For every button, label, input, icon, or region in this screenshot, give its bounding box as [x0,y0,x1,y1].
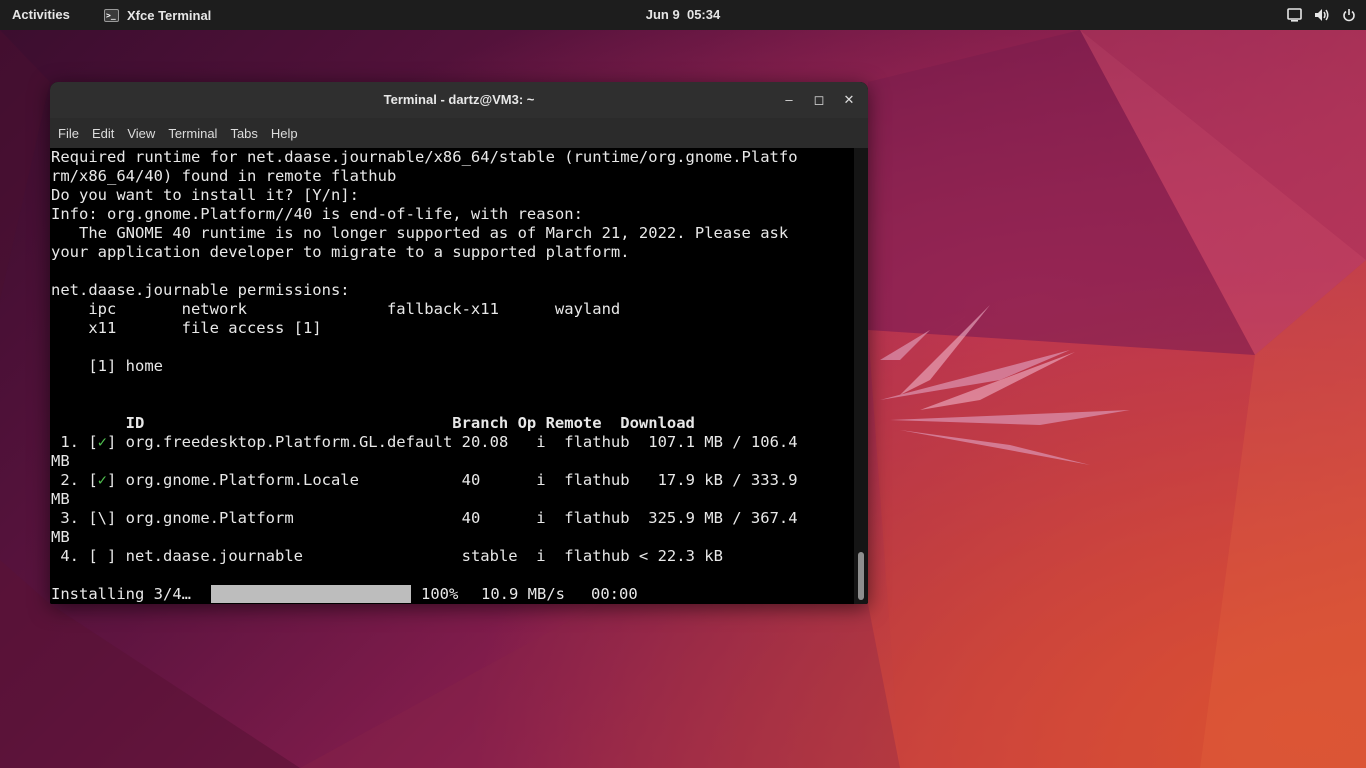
window-title: Terminal - dartz@VM3: ~ [383,92,535,107]
row-number: 2. [ [51,471,98,489]
scroll-thumb[interactable] [858,552,864,600]
clock-time: 05:34 [686,7,721,22]
eta: 00:00 [591,585,638,603]
output-line: rm/x86_64/40) found in remote flathub [51,167,397,185]
check-mark: ✓ [97,433,108,451]
system-tray[interactable] [1287,0,1356,30]
terminal-output[interactable]: Required runtime for net.daase.journable… [50,148,854,604]
window-titlebar[interactable]: Terminal - dartz@VM3: ~ – ◻ ✕ [50,82,868,118]
pending-mark [98,547,107,565]
maximize-button[interactable]: ◻ [810,91,828,109]
progress-spinner: \ [97,509,108,527]
clock[interactable]: Jun 9 05:34 [0,0,1366,30]
menu-file[interactable]: File [58,126,88,141]
minimize-button[interactable]: – [780,91,798,109]
row-text: ] org.gnome.Platform.Locale 40 i flathub… [107,471,798,489]
download-speed: 10.9 MB/s [481,585,565,603]
output-line: Required runtime for net.daase.journable… [51,148,798,166]
output-line: [1] home [51,357,163,375]
output-line: The GNOME 40 runtime is no longer suppor… [51,224,789,242]
table-row: 4. [ ] net.daase.journable stable i flat… [51,547,723,566]
status-label: Installing 3/4… [51,585,191,603]
menu-help[interactable]: Help [271,126,307,141]
table-row: 3. [\] org.gnome.Platform 40 i flathub 3… [51,509,798,528]
clock-date: Jun 9 [645,7,680,22]
check-mark: ✓ [97,471,108,489]
row-number: 4. [ [51,547,98,565]
output-line: net.daase.journable permissions: [51,281,350,299]
row-wrap: MB [51,490,70,508]
volume-icon [1315,9,1329,21]
table-row: 2. [✓] org.gnome.Platform.Locale 40 i fl… [51,471,798,490]
close-button[interactable]: ✕ [840,91,858,109]
row-number: 3. [ [51,509,98,527]
output-line: Do you want to install it? [Y/n]: [51,186,359,204]
output-line: ipc network fallback-x11 wayland [51,300,621,318]
row-text: ] org.freedesktop.Platform.GL.default 20… [107,433,798,451]
menu-edit[interactable]: Edit [92,126,123,141]
output-line: x11 file access [1] [51,319,322,337]
install-progress-bar [211,585,411,603]
table-header: ID Branch Op Remote Download [51,414,695,432]
power-icon [1343,9,1355,22]
menu-bar: File Edit View Terminal Tabs Help [50,118,868,148]
output-line: Info: org.gnome.Platform//40 is end-of-l… [51,205,583,223]
row-wrap: MB [51,528,70,546]
terminal-window[interactable]: Terminal - dartz@VM3: ~ – ◻ ✕ File Edit … [50,82,868,604]
row-number: 1. [ [51,433,98,451]
menu-view[interactable]: View [127,126,164,141]
menu-terminal[interactable]: Terminal [168,126,226,141]
menu-tabs[interactable]: Tabs [230,126,266,141]
row-wrap: MB [51,452,70,470]
top-bar: Activities >_ Xfce Terminal Jun 9 05:34 [0,0,1366,30]
scrollbar[interactable] [854,148,868,604]
display-icon [1287,8,1302,22]
output-line: your application developer to migrate to… [51,243,630,261]
table-row: 1. [✓] org.freedesktop.Platform.GL.defau… [51,433,798,452]
progress-percent: 100% [421,585,459,603]
row-text: ] org.gnome.Platform 40 i flathub 325.9 … [107,509,798,527]
row-text: ] net.daase.journable stable i flathub <… [107,547,723,565]
